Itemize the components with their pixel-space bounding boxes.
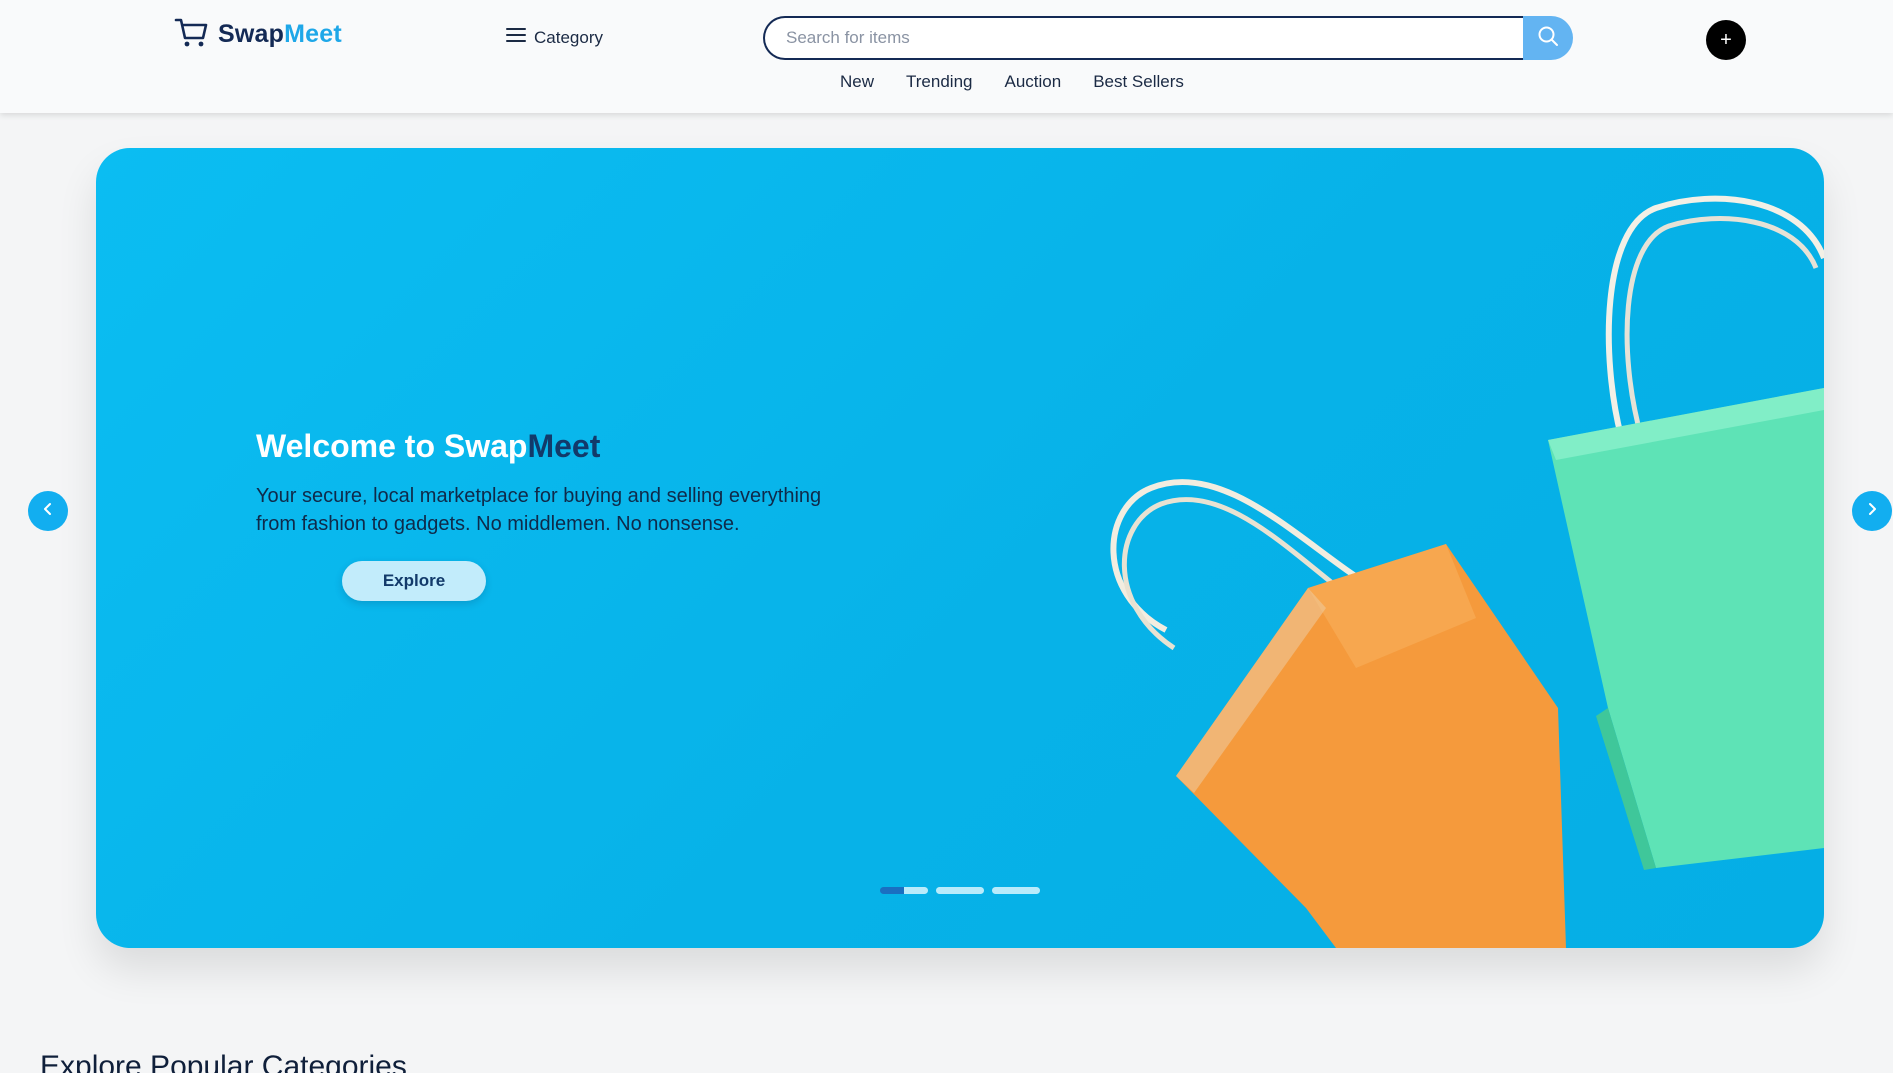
logo-text: SwapMeet: [218, 20, 342, 49]
nav-link-trending[interactable]: Trending: [906, 72, 972, 92]
chevron-right-icon: [1865, 502, 1879, 521]
hero-subtitle-line-2: from fashion to gadgets. No middlemen. N…: [256, 513, 740, 535]
add-listing-button[interactable]: +: [1706, 20, 1746, 60]
carousel-dot-3[interactable]: [992, 887, 1040, 894]
hero-title: Welcome to SwapMeet: [256, 428, 600, 465]
carousel-dot-2[interactable]: [936, 887, 984, 894]
hamburger-icon: [506, 27, 526, 48]
section-title: Explore Popular Categories: [40, 1050, 407, 1073]
carousel-indicators: [880, 887, 1040, 894]
nav-link-auction[interactable]: Auction: [1004, 72, 1061, 92]
hero-title-prefix: Welcome to Swap: [256, 428, 528, 464]
plus-icon: +: [1720, 29, 1732, 51]
search-bar: [763, 16, 1573, 60]
logo[interactable]: SwapMeet: [174, 16, 342, 52]
hero-subtitle: Your secure, local marketplace for buyin…: [256, 482, 936, 538]
top-header: SwapMeet Category + New Trending Auction…: [0, 0, 1893, 113]
logo-swap: Swap: [218, 19, 285, 48]
nav-link-best-sellers[interactable]: Best Sellers: [1093, 72, 1184, 92]
shopping-bags-image: [1110, 195, 1824, 948]
carousel-dot-1[interactable]: [880, 887, 928, 894]
logo-meet: Meet: [284, 19, 342, 48]
explore-button[interactable]: Explore: [342, 561, 486, 601]
cart-icon: [174, 14, 210, 55]
carousel-prev-button[interactable]: [28, 491, 68, 531]
hero-subtitle-line-1: Your secure, local marketplace for buyin…: [256, 485, 822, 507]
category-menu-button[interactable]: Category: [506, 27, 603, 48]
search-input[interactable]: [763, 16, 1523, 60]
carousel-next-button[interactable]: [1852, 491, 1892, 531]
nav-link-new[interactable]: New: [840, 72, 874, 92]
search-icon: [1537, 25, 1559, 52]
hero-carousel: Welcome to SwapMeet Your secure, local m…: [96, 148, 1824, 948]
category-label: Category: [534, 27, 603, 47]
chevron-left-icon: [41, 502, 55, 521]
hero-title-accent: Meet: [527, 428, 601, 464]
search-button[interactable]: [1523, 16, 1573, 60]
main-nav: New Trending Auction Best Sellers: [840, 72, 1184, 92]
